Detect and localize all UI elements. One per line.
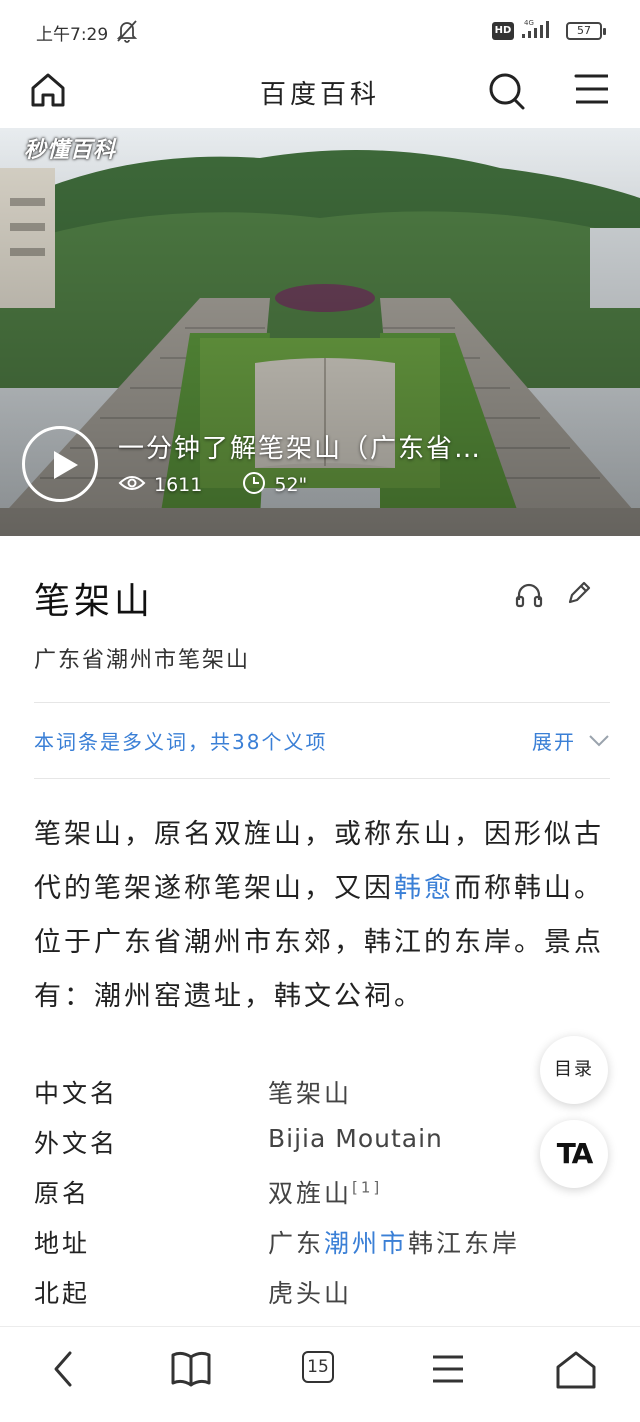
- infobox: 中文名 笔架山 外文名 Bijia Moutain 原名 双旌山[1] 地址 广…: [34, 1070, 534, 1320]
- video-views: 1611: [154, 474, 203, 496]
- battery-icon: 57: [566, 22, 606, 40]
- infobox-key: 中文名: [34, 1079, 119, 1108]
- polysemy-row[interactable]: 本词条是多义词，共38个义项 展开: [34, 726, 610, 756]
- eye-icon: [118, 474, 146, 497]
- infobox-row: 外文名 Bijia Moutain: [34, 1120, 534, 1170]
- home-nav-icon[interactable]: [554, 1349, 598, 1395]
- play-button[interactable]: [22, 426, 98, 502]
- page-title: 百度百科: [259, 80, 380, 110]
- tabs-button[interactable]: 15: [302, 1351, 334, 1383]
- address-suffix: 韩江东岸: [408, 1229, 521, 1258]
- infobox-value: Bijia Moutain: [268, 1124, 443, 1153]
- infobox-key: 原名: [34, 1179, 91, 1208]
- original-name: 双旌山: [268, 1179, 353, 1208]
- svg-text:4G: 4G: [524, 19, 534, 27]
- video-title[interactable]: 一分钟了解笔架山（广东省…: [118, 428, 538, 465]
- top-header: 百度百科: [0, 60, 640, 128]
- font-size-button[interactable]: TA: [540, 1120, 608, 1188]
- polysemy-text[interactable]: 本词条是多义词，共38个义项: [34, 730, 327, 754]
- clock-icon: [242, 471, 266, 500]
- infobox-value: 笔架山: [268, 1079, 353, 1108]
- infobox-key: 北起: [34, 1279, 91, 1308]
- infobox-row: 地址 广东潮州市韩江东岸: [34, 1220, 534, 1270]
- video-banner[interactable]: 秒懂百科 一分钟了解笔架山（广东省… 1611 52": [0, 128, 640, 536]
- status-time: 上午7:29: [36, 25, 109, 45]
- search-icon[interactable]: [486, 70, 528, 116]
- infobox-value: 广东潮州市韩江东岸: [268, 1224, 520, 1260]
- menu-lines-icon[interactable]: [430, 1349, 466, 1393]
- link-han-yu[interactable]: 韩愈: [394, 873, 454, 904]
- headphone-icon[interactable]: [514, 580, 544, 614]
- article-summary: 笔架山，原名双旌山，或称东山，因形似古代的笔架遂称笔架山，又因韩愈而称韩山。位于…: [34, 808, 610, 1024]
- infobox-row: 北起 虎头山: [34, 1270, 534, 1320]
- edit-pencil-icon[interactable]: [564, 578, 594, 612]
- bottom-nav-bar: 15: [0, 1326, 640, 1422]
- expand-button[interactable]: 展开: [532, 726, 610, 755]
- link-chaozhou[interactable]: 潮州市: [324, 1229, 408, 1258]
- signal-icon: 4G: [520, 18, 558, 44]
- bookmarks-book-icon[interactable]: [170, 1349, 212, 1393]
- hd-badge: HD: [492, 22, 514, 40]
- bell-muted-icon: [116, 19, 138, 47]
- toc-button[interactable]: 目录: [540, 1036, 608, 1104]
- expand-label: 展开: [532, 730, 576, 754]
- chevron-down-icon: [588, 729, 610, 753]
- video-duration: 52": [274, 474, 308, 496]
- infobox-value: 双旌山[1]: [268, 1174, 382, 1210]
- address-prefix: 广东: [268, 1229, 325, 1258]
- reference-link[interactable]: [1]: [352, 1179, 382, 1197]
- divider: [34, 702, 610, 703]
- article-subtitle: 广东省潮州市笔架山: [34, 648, 251, 673]
- video-meta: 1611 52": [118, 471, 307, 499]
- article-title-row: 笔架山: [34, 572, 614, 624]
- infobox-row: 中文名 笔架山: [34, 1070, 534, 1120]
- infobox-row: 原名 双旌山[1]: [34, 1170, 534, 1220]
- infobox-value: 虎头山: [268, 1279, 353, 1308]
- back-icon[interactable]: [48, 1349, 78, 1393]
- divider: [34, 778, 610, 779]
- video-watermark: 秒懂百科: [24, 138, 117, 163]
- status-bar: 上午7:29 HD 4G 57: [0, 0, 640, 60]
- menu-icon[interactable]: [572, 72, 612, 112]
- infobox-key: 外文名: [34, 1129, 119, 1158]
- infobox-key: 地址: [34, 1229, 91, 1258]
